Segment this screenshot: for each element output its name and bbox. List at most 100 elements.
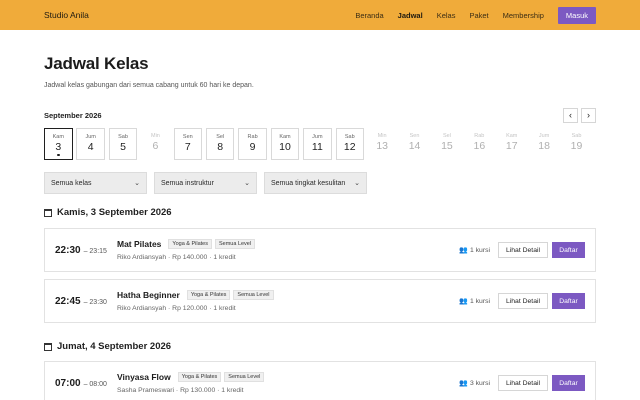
day-cell: Sel 15 (433, 128, 462, 160)
date-group-header: Kamis, 3 September 2026 (44, 207, 172, 218)
day-number: 12 (343, 141, 356, 153)
chevron-down-icon: ⌄ (134, 180, 140, 187)
chevron-right-icon: › (587, 110, 590, 120)
session-title-row: Hatha Beginner Yoga & Pilates Semua Level (117, 290, 459, 300)
nav-link-paket[interactable]: Paket (469, 11, 488, 20)
day-cell: Rab 16 (465, 128, 494, 160)
view-detail-button[interactable]: Lihat Detail (498, 242, 548, 258)
day-number: 15 (441, 140, 453, 152)
day-picker: Kam 3 Jum 4 Sab 5 Min 6 Sen 7 Sel 8 Rab 9 Kam 10 Jum 11 Sa… (44, 128, 596, 160)
day-cell[interactable]: Jum 11 (303, 128, 332, 160)
day-cell[interactable]: Kam 10 (270, 128, 300, 160)
date-group-label: Kamis, 3 September 2026 (57, 207, 172, 218)
nav-link-jadwal[interactable]: Jadwal (398, 11, 423, 20)
day-number: 3 (55, 141, 62, 153)
brand-logo[interactable]: Studio Anila (44, 10, 341, 20)
page-subtitle: Jadwal kelas gabungan dari semua cabang … (44, 82, 254, 89)
day-number: 6 (152, 140, 159, 152)
day-name: Sab (118, 134, 128, 140)
instructor-filter-select[interactable]: Semua instruktur ⌄ (154, 172, 257, 194)
session-meta: Riko Ardiansyah · Rp 140.000 · 1 kredit (117, 254, 236, 261)
day-name: Sab (344, 134, 355, 140)
day-cell[interactable]: Kam 3 (44, 128, 73, 160)
nav-link-membership[interactable]: Membership (503, 11, 544, 20)
session-tag: Semua Level (214, 239, 256, 249)
session-time: 22:30– 23:15 (55, 245, 117, 256)
session-meta: Sasha Prameswari · Rp 130.000 · 1 kredit (117, 387, 244, 394)
session-tag: Semua Level (233, 290, 274, 300)
top-navigation-bar: Studio Anila Beranda Jadwal Kelas Paket … (0, 0, 640, 30)
day-number: 10 (279, 141, 291, 153)
session-end-time: – 08:00 (83, 380, 107, 388)
day-number: 16 (473, 140, 486, 152)
day-cell: Jum 18 (530, 128, 559, 160)
class-filter-label: Semua kelas (51, 179, 92, 187)
nav-link-kelas[interactable]: Kelas (437, 11, 456, 20)
view-detail-button[interactable]: Lihat Detail (498, 375, 548, 391)
day-number: 19 (570, 140, 583, 152)
register-button[interactable]: Daftar (552, 242, 585, 258)
session-title-row: Vinyasa Flow Yoga & Pilates Semua Level (117, 372, 459, 382)
day-cell[interactable]: Sen 7 (173, 128, 203, 160)
people-icon: 👥 (459, 298, 468, 305)
main-content: Jadwal Kelas Jadwal kelas gabungan dari … (0, 54, 640, 194)
people-icon: 👥 (459, 380, 468, 387)
calendar-icon (44, 208, 52, 217)
month-label: September 2026 (44, 110, 102, 120)
session-tag: Semua Level (224, 372, 265, 382)
day-name: Jum (538, 133, 550, 139)
session-end-time: – 23:15 (83, 247, 107, 255)
day-number: 14 (408, 140, 421, 152)
day-cell[interactable]: Rab 9 (238, 128, 267, 160)
session-title[interactable]: Vinyasa Flow (117, 372, 171, 382)
session-start-time: 22:45 (55, 295, 81, 307)
day-name: Min (377, 133, 387, 139)
register-button[interactable]: Daftar (552, 375, 585, 391)
day-number: 18 (538, 140, 550, 152)
session-tag: Yoga & Pilates (177, 372, 222, 382)
calendar-icon (44, 342, 52, 351)
day-name: Rab (247, 134, 258, 140)
day-name: Sel (216, 134, 225, 140)
session-time: 07:00– 08:00 (55, 378, 117, 389)
instructor-filter-label: Semua instruktur (161, 179, 214, 187)
day-cell[interactable]: Sab 12 (335, 128, 365, 160)
session-info: Vinyasa Flow Yoga & Pilates Semua Level Sas… (117, 372, 459, 394)
day-cell[interactable]: Jum 4 (76, 128, 105, 160)
day-name: Jum (312, 134, 323, 140)
day-name: Sab (571, 133, 582, 139)
day-name: Kam (506, 133, 518, 139)
level-filter-label: Semua tingkat kesulitan (271, 179, 346, 187)
session-title[interactable]: Hatha Beginner (117, 290, 180, 300)
day-number: 7 (184, 141, 191, 153)
day-cell[interactable]: Sel 8 (205, 128, 235, 160)
session-time: 22:45– 23:30 (55, 296, 117, 307)
day-name: Jum (85, 134, 96, 140)
register-button[interactable]: Daftar (552, 293, 585, 309)
nav-link-beranda[interactable]: Beranda (355, 11, 383, 20)
day-name: Sen (409, 133, 420, 139)
day-number: 17 (505, 140, 518, 152)
day-name: Sel (442, 133, 451, 139)
level-filter-select[interactable]: Semua tingkat kesulitan ⌄ (264, 172, 367, 194)
prev-week-button[interactable]: ‹ (563, 107, 578, 123)
session-card: 22:45– 23:30 Hatha Beginner Yoga & Pilates… (44, 279, 596, 323)
next-week-button[interactable]: › (581, 107, 596, 123)
session-title[interactable]: Mat Pilates (117, 239, 161, 249)
session-end-time: – 23:30 (83, 298, 107, 306)
filter-bar: Semua kelas ⌄ Semua instruktur ⌄ Semua t… (44, 172, 596, 194)
login-button[interactable]: Masuk (557, 6, 596, 24)
date-group-header: Jumat, 4 September 2026 (44, 341, 171, 352)
day-cell: Sab 19 (562, 128, 591, 160)
day-number: 11 (311, 141, 323, 153)
class-filter-select[interactable]: Semua kelas ⌄ (44, 172, 147, 194)
view-detail-button[interactable]: Lihat Detail (498, 293, 548, 309)
seats-count: 1 kursi (469, 246, 490, 254)
day-cell: Min 13 (368, 128, 397, 160)
day-name: Kam (279, 134, 291, 140)
session-tag: Yoga & Pilates (186, 290, 231, 300)
chevron-down-icon: ⌄ (354, 180, 360, 187)
day-cell[interactable]: Sab 5 (108, 128, 138, 160)
day-number: 13 (376, 140, 388, 152)
session-start-time: 07:00 (55, 377, 81, 389)
